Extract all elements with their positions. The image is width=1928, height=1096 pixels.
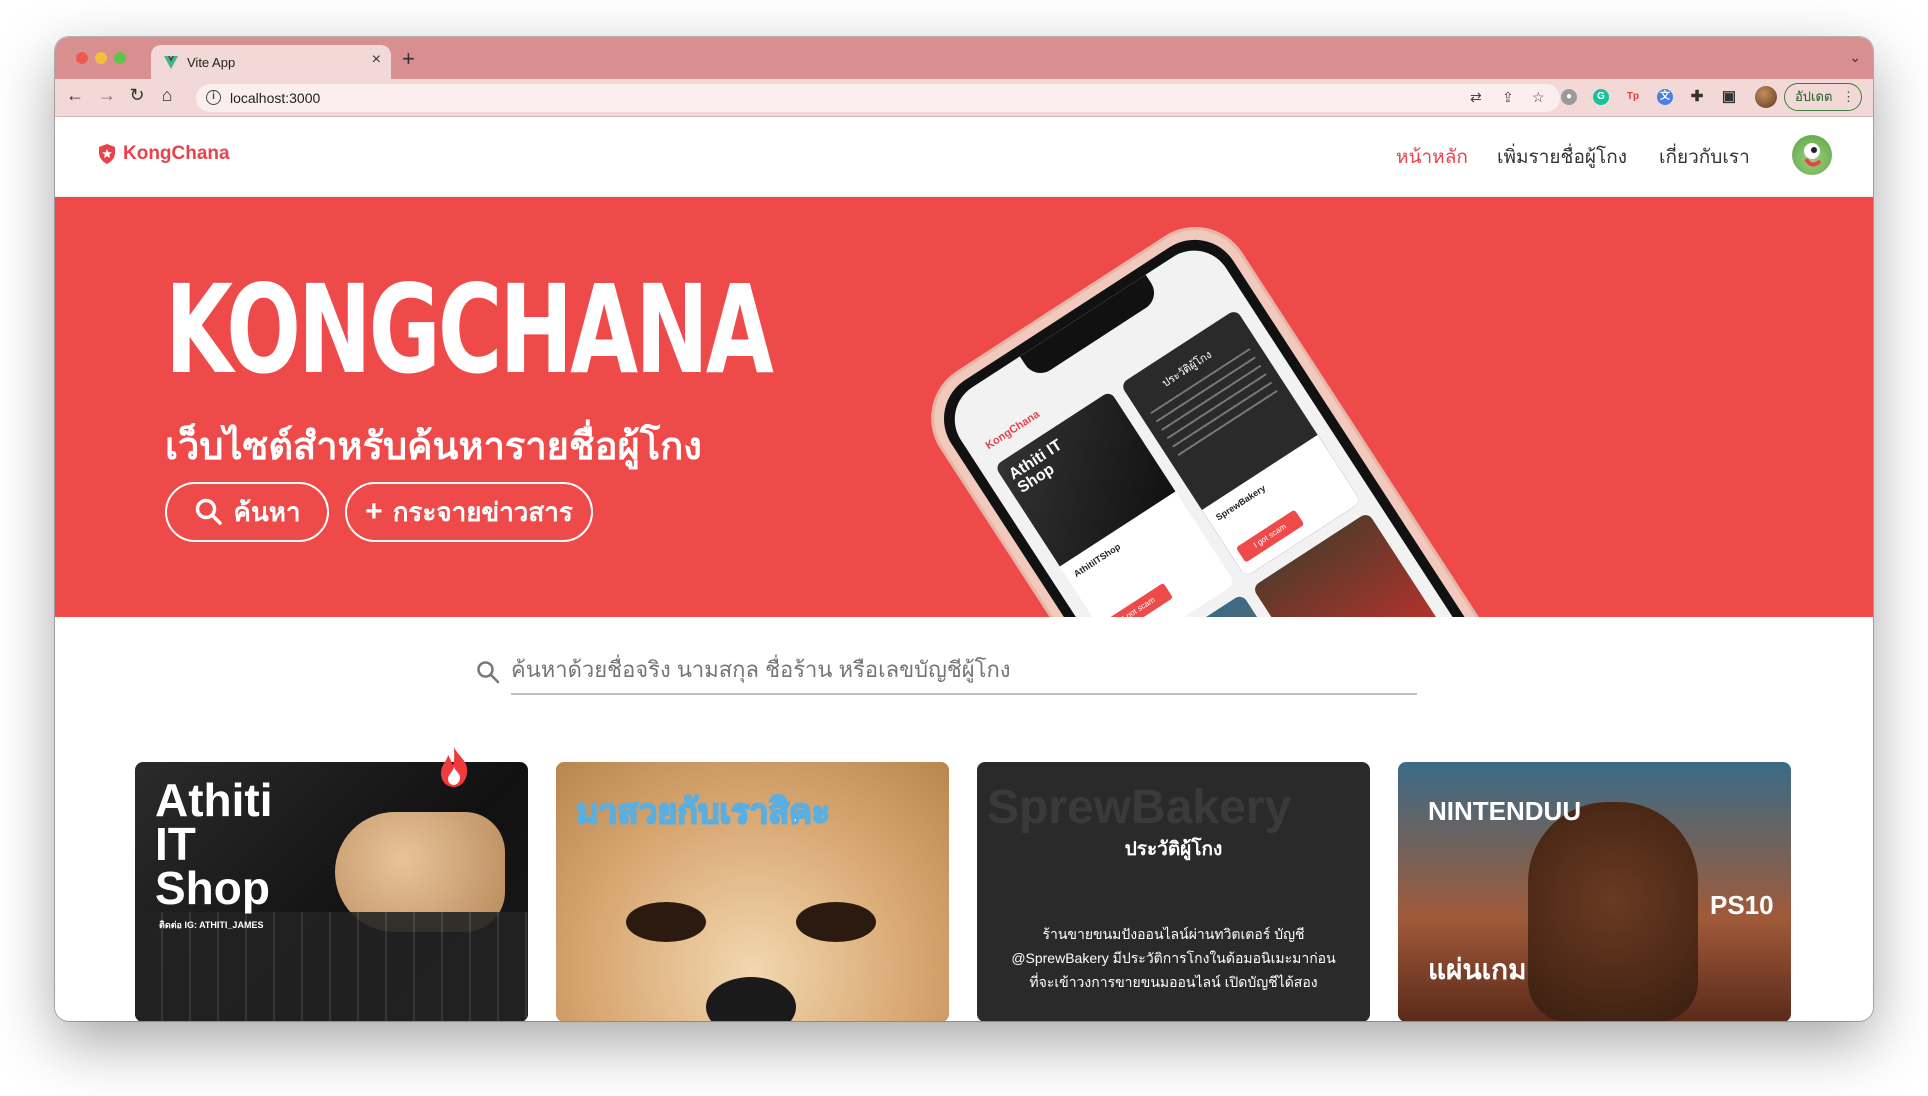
- hero-title: KONGCHANA: [165, 259, 774, 401]
- browser-window: Vite App × + ⌄ ← → ↻ ⌂ i localhost:3000 …: [55, 37, 1873, 1021]
- shield-star-icon: [99, 144, 115, 164]
- phone-card-1-button: I got scam: [1104, 582, 1174, 617]
- nav-home-link[interactable]: หน้าหลัก: [1396, 142, 1468, 172]
- browser-profile-avatar[interactable]: [1755, 86, 1777, 108]
- scammer-card[interactable]: Athiti IT Shop ติดต่อ IG: ATHITI_JAMES: [135, 762, 528, 1021]
- hero-search-button[interactable]: ค้นหา: [165, 482, 329, 542]
- tab-title: Vite App: [187, 55, 236, 70]
- hero-search-label: ค้นหา: [233, 496, 301, 527]
- card-1-contact: ติดต่อ IG: ATHITI_JAMES: [159, 920, 264, 930]
- side-panel-icon[interactable]: ▣: [1721, 89, 1737, 105]
- url-text: localhost:3000: [230, 90, 321, 106]
- card-1-title-line-3: Shop: [155, 862, 270, 914]
- card-1-title: Athiti IT Shop: [155, 774, 273, 914]
- search-icon: [195, 498, 222, 525]
- plus-icon: +: [365, 495, 383, 528]
- scammer-card[interactable]: NINTENDUU PS10 แผ่นเกม: [1398, 762, 1791, 1021]
- scammer-card[interactable]: SprewBakery ประวัติผู้โกง ร้านขายขนมปังอ…: [977, 762, 1370, 1021]
- share-icon[interactable]: ⇪: [1502, 89, 1514, 106]
- more-menu-icon: ⋮: [1842, 89, 1856, 104]
- address-bar[interactable]: i localhost:3000 ⇄ ⇪ ☆: [196, 84, 1560, 112]
- card-1-title-line-1: Athiti: [155, 774, 273, 826]
- update-label: อัปเดต: [1795, 89, 1833, 104]
- nav-about-link[interactable]: เกี่ยวกับเรา: [1659, 142, 1750, 172]
- card-1-title-line-2: IT: [155, 818, 196, 870]
- brand-logo[interactable]: KongChana: [97, 143, 230, 165]
- new-tab-button[interactable]: +: [402, 46, 415, 72]
- card-3-watermark: SprewBakery: [987, 781, 1292, 834]
- page: KongChana หน้าหลัก เพิ่มรายชื่อผู้โกง เก…: [55, 117, 1873, 1021]
- maximize-window-button[interactable]: [114, 52, 126, 64]
- extension-gray-icon[interactable]: ●: [1561, 89, 1577, 105]
- card-2-caption: มาสวยกับเราสิคะ: [575, 792, 831, 832]
- search-bar: [475, 647, 1435, 697]
- back-icon[interactable]: ←: [63, 85, 87, 106]
- brand-name: KongChana: [123, 143, 230, 164]
- tab-search-chevron-icon[interactable]: ⌄: [1849, 49, 1861, 66]
- scammer-search-input[interactable]: [511, 647, 1417, 695]
- browser-toolbar: ← → ↻ ⌂ i localhost:3000 ⇄ ⇪ ☆ ● G Tp 文 …: [55, 79, 1873, 117]
- extensions-puzzle-icon[interactable]: ✚: [1689, 89, 1705, 105]
- phone-mockup: KongChana Athiti IT Shop AthitiITShop I …: [909, 205, 1561, 617]
- hero-broadcast-label: กระจายข่าวสาร: [392, 496, 573, 527]
- hero-broadcast-button[interactable]: + กระจายข่าวสาร: [345, 482, 593, 542]
- search-icon: [477, 661, 500, 684]
- avatar-character-icon: [1804, 143, 1822, 167]
- vite-icon: [164, 56, 178, 69]
- scammer-card-grid: Athiti IT Shop ติดต่อ IG: ATHITI_JAMES ม…: [135, 762, 1815, 1021]
- hero-banner: KONGCHANA เว็บไซต์สำหรับค้นหารายชื่อผู้โ…: [55, 197, 1873, 617]
- minimize-window-button[interactable]: [95, 52, 107, 64]
- browser-tab[interactable]: Vite App ×: [151, 45, 391, 79]
- card-3-body: ร้านขายขนมปังออนไลน์ผ่านทวิตเตอร์ บัญชี …: [977, 922, 1370, 994]
- card-4-caption-top: NINTENDUU: [1428, 796, 1582, 826]
- card-4-caption-right: PS10: [1710, 890, 1774, 920]
- user-avatar[interactable]: [1792, 135, 1832, 175]
- card-2-nose: [706, 977, 796, 1021]
- close-tab-icon[interactable]: ×: [372, 51, 381, 69]
- site-info-icon[interactable]: i: [206, 90, 221, 105]
- site-navbar: KongChana หน้าหลัก เพิ่มรายชื่อผู้โกง เก…: [55, 117, 1873, 197]
- card-3-body-line-3: ที่จะเข้าวงการขายขนมออนไลน์ เปิดบัญชีได้…: [1029, 974, 1318, 990]
- card-2-left-eye: [626, 902, 706, 942]
- card-2-right-eye: [796, 902, 876, 942]
- fire-hot-icon: [441, 747, 468, 787]
- card-4-face-image: [1528, 802, 1698, 1021]
- nav-add-scammer-link[interactable]: เพิ่มรายชื่อผู้โกง: [1497, 142, 1627, 172]
- card-3-body-line-1: ร้านขายขนมปังออนไลน์ผ่านทวิตเตอร์ บัญชี: [1042, 926, 1305, 942]
- tab-strip: Vite App × + ⌄: [55, 37, 1873, 79]
- google-translate-icon[interactable]: 文: [1657, 89, 1673, 105]
- update-button[interactable]: อัปเดต ⋮: [1784, 83, 1862, 111]
- card-4-caption-bottom: แผ่นเกม: [1428, 954, 1527, 985]
- card-3-heading: ประวัติผู้โกง: [1124, 839, 1223, 860]
- bookmark-star-icon[interactable]: ☆: [1532, 89, 1545, 106]
- extension-tp-icon[interactable]: Tp: [1625, 89, 1641, 105]
- scammer-card[interactable]: มาสวยกับเราสิคะ: [556, 762, 949, 1021]
- hero-subtitle: เว็บไซต์สำหรับค้นหารายชื่อผู้โกง: [165, 426, 702, 468]
- card-3-body-line-2: @SprewBakery มีประวัติการโกงในด้อมอนิเมะ…: [1011, 950, 1336, 966]
- forward-icon[interactable]: →: [95, 85, 119, 106]
- translate-icon[interactable]: ⇄: [1470, 89, 1482, 106]
- grammarly-icon[interactable]: G: [1593, 89, 1609, 105]
- home-icon[interactable]: ⌂: [155, 85, 179, 106]
- reload-icon[interactable]: ↻: [125, 85, 149, 106]
- close-window-button[interactable]: [76, 52, 88, 64]
